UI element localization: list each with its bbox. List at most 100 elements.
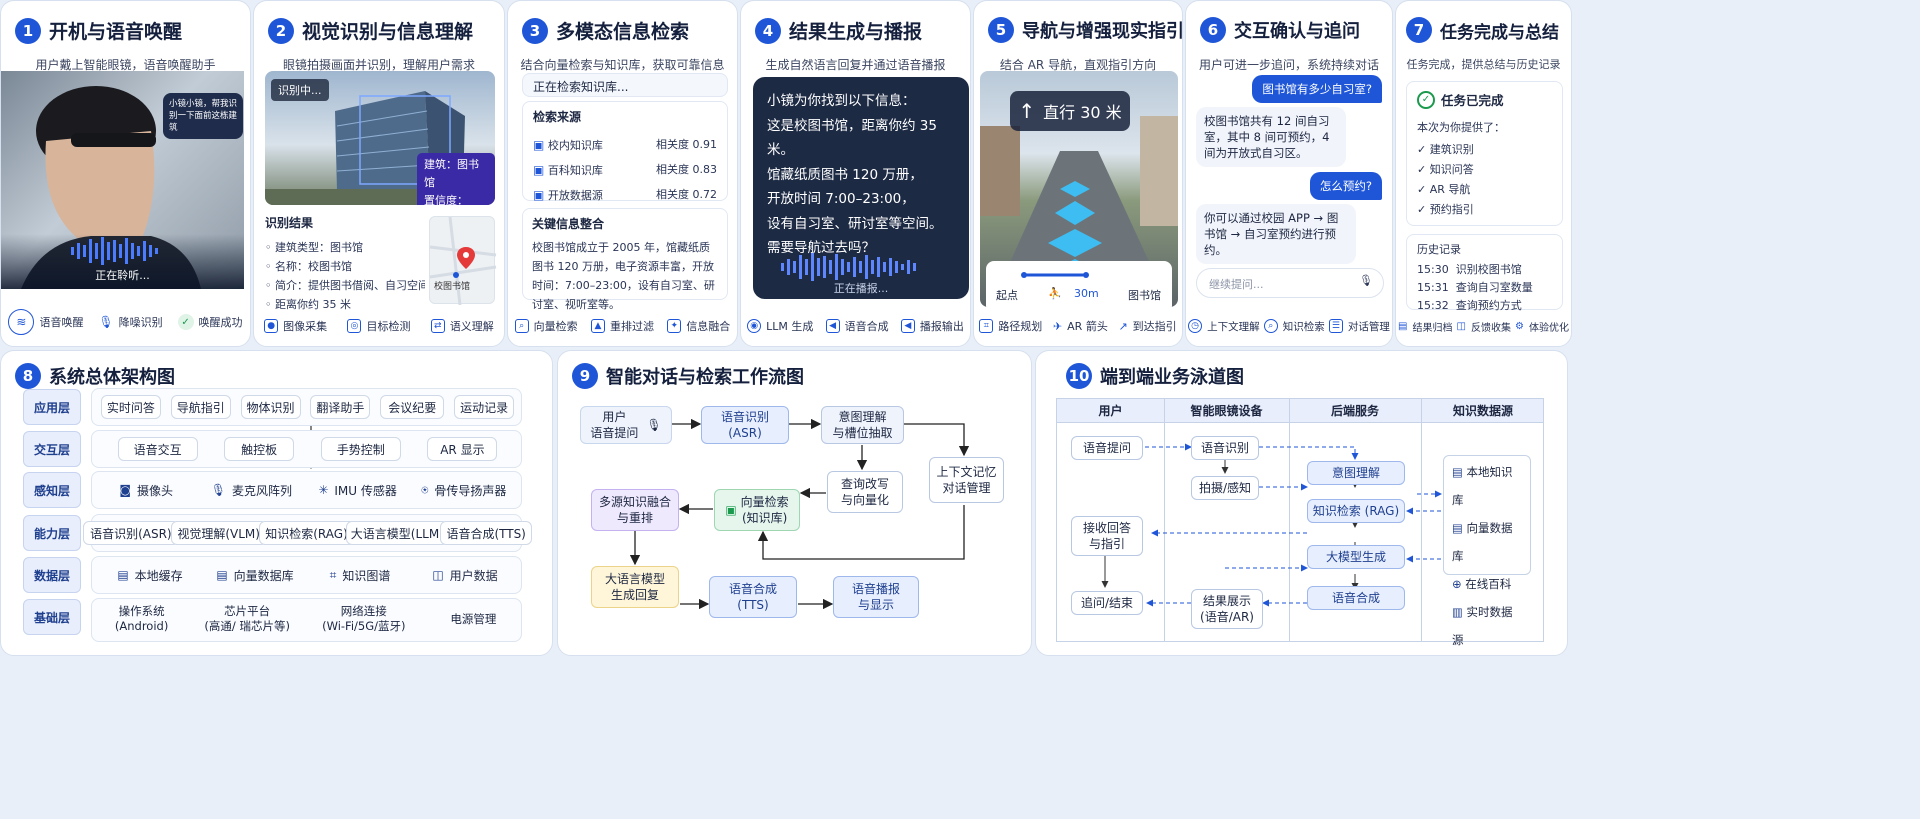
- step-number: 6: [1200, 17, 1226, 43]
- footer-item: ⌕ 知识检索: [1263, 319, 1325, 334]
- source-item: ▣ 百科知识库 相关度 0.83: [533, 163, 717, 177]
- open-data-icon: ▣: [533, 188, 545, 202]
- node-llm: 大语言模型 生成回复: [591, 566, 679, 608]
- footer-item-noise: 🎙 降噪识别: [98, 315, 163, 329]
- layer-item-label: 向量数据库: [233, 568, 294, 583]
- node-tts: 语音合成 (TTS): [709, 576, 797, 618]
- layer-item-label: 用户数据: [449, 568, 498, 583]
- step-number: 2: [268, 17, 294, 44]
- footer-item: ◷ 上下文理解: [1188, 319, 1260, 334]
- source-item: ▣ 开放数据源 相关度 0.72: [533, 188, 717, 202]
- speech-bubble: 小镜为你找到以下信息： 这是校图书馆，距离你约 35 米。 馆藏纸质图书 120 万…: [753, 77, 969, 299]
- layer-item: 大语言模型(LLM): [346, 521, 449, 545]
- swimlane-frame: 用户 智能眼镜设备 后端服务 知识数据源 语音提问 接收回答 与指引 追问/结束…: [1056, 398, 1544, 647]
- direction-text: 直行 30 米: [1043, 103, 1122, 122]
- footer-item: ◀ 播报输出: [900, 318, 964, 334]
- followup-input[interactable]: 继续提问... 🎙: [1196, 268, 1384, 298]
- panel-footer: ◉ LLM 生成 ◀ 语音合成 ◀ 播报输出: [741, 316, 970, 336]
- fusion-icon: ✦: [667, 319, 682, 333]
- panel-retrieval: 3 多模态信息检索 结合向量检索与知识库，获取可靠信息 正在检索知识库... 检索…: [507, 0, 738, 347]
- layer-item-label: 触控板: [241, 442, 278, 457]
- microphone-icon: 🎙: [98, 315, 114, 329]
- layer-item: ✳ IMU 传感器: [312, 478, 404, 502]
- panel-vision: 2 视觉识别与信息理解 眼镜拍摄画面并识别，理解用户需求 识别中... 建筑：图书…: [253, 0, 505, 347]
- panel-summary: 7 任务完成与总结 任务完成，提供总结与历史记录 ✓ 任务已完成 本次为你提供了： …: [1395, 0, 1572, 347]
- scanning-tag: 识别中...: [271, 79, 329, 101]
- assistant-answer: 你可以通过校园 APP → 图书馆 → 自习室预约进行预约。: [1196, 204, 1356, 264]
- layer-item-label: 大语言模型(LLM): [350, 526, 444, 541]
- detection-label: 建筑：图书馆置信度：92%: [417, 153, 495, 205]
- layer-label: 能力层: [23, 515, 81, 551]
- layer-item-label: 实时问答: [106, 400, 155, 415]
- database-icon: ▣: [533, 138, 545, 152]
- panel-title: 结果生成与播报: [789, 21, 923, 43]
- step-number: 10: [1066, 363, 1092, 389]
- panel-title: 多模态信息检索: [556, 21, 690, 43]
- result-item: ◦ 建筑类型：图书馆: [265, 241, 363, 254]
- check-icon: ✓: [1417, 143, 1427, 156]
- panel-footer: ≋ 语音唤醒 🎙 降噪识别 ✓ 唤醒成功: [1, 309, 250, 335]
- feedback-icon: ◫: [1456, 320, 1466, 332]
- panel-footer: ⌕ 向量检索 ▲ 重排过滤 ✦ 信息融合: [508, 316, 737, 336]
- footer-item: ◀ 语音合成: [825, 318, 889, 334]
- layer-label: 感知层: [23, 472, 81, 508]
- node-user-ask: 用户 语音提问 🎙: [580, 406, 672, 444]
- microphone-icon: 🎙: [646, 418, 662, 432]
- microphone-icon[interactable]: 🎙: [1359, 274, 1373, 287]
- swim-recv: 接收回答 与指引: [1071, 516, 1143, 556]
- panel-subtitle: 任务完成，提供总结与历史记录: [1406, 58, 1561, 71]
- input-placeholder: 继续提问...: [1209, 278, 1264, 291]
- camera-icon: ◙: [119, 483, 131, 497]
- context-icon: ◷: [1188, 319, 1203, 333]
- layer-item: ◫ 用户数据: [419, 563, 511, 587]
- layer-item: 手势控制: [320, 437, 401, 461]
- step-number: 7: [1406, 17, 1432, 43]
- history-card: 历史记录 15:30 识别校图书馆 15:31 查询自习室数量 15:32 查询…: [1406, 234, 1563, 312]
- layer-item-label: 导航指引: [176, 400, 225, 415]
- layer-item: 语音交互: [117, 437, 198, 461]
- panel-generation: 4 结果生成与播报 生成自然语言回复并通过语音播报 小镜为你找到以下信息： 这是校图…: [740, 0, 971, 347]
- swim-tts: 语音合成: [1307, 586, 1405, 610]
- provided-item: ✓ 预约指引: [1417, 203, 1474, 216]
- route-destination: 图书馆: [1128, 289, 1161, 302]
- detection-confidence: 置信度：92%: [424, 194, 468, 205]
- filter-icon: ▲: [590, 319, 605, 333]
- footer-item: ⌗ 路径规划: [979, 318, 1042, 334]
- layer-item: 翻译助手: [310, 395, 371, 419]
- layer-item-label: IMU 传感器: [334, 483, 397, 498]
- layer-item-label: 麦克风阵列: [232, 483, 293, 498]
- footer-item: ✦ 信息融合: [667, 318, 730, 334]
- node-context: 上下文记忆 对话管理: [929, 457, 1004, 503]
- check-icon: ✓: [1417, 163, 1427, 176]
- target-icon: ◎: [347, 319, 362, 333]
- footer-item: ☰ 对话管理: [1328, 319, 1390, 334]
- panel-subtitle: 结合向量检索与知识库，获取可靠信息: [520, 58, 725, 72]
- layer-item: 物体识别: [240, 395, 301, 419]
- layer-label: 基础层: [23, 599, 81, 635]
- layer-item-label: 视觉理解(VLM): [177, 526, 260, 541]
- database-icon: ▤: [1452, 521, 1463, 535]
- ar-view: ↑ 直行 30 米 起点 ⛹ 30m 图书馆: [980, 71, 1178, 307]
- result-item: ◦ 名称：校图书馆: [265, 260, 352, 273]
- swim-asr: 语音识别: [1191, 436, 1259, 460]
- swim-follow: 追问/结束: [1071, 591, 1143, 615]
- layer-item: ⍟ 骨传导扬声器: [414, 478, 514, 502]
- panel-title: 端到端业务泳道图: [1100, 367, 1244, 388]
- layer-item: 语音识别(ASR): [82, 521, 179, 545]
- source-vector: ▤ 向量数据库: [1452, 521, 1513, 563]
- semantic-icon: ⇄: [430, 319, 445, 333]
- swim-intent: 意图理解: [1307, 461, 1405, 485]
- route-distance: 30m: [1074, 287, 1099, 300]
- mini-map[interactable]: 校图书馆: [429, 216, 497, 306]
- layer-item: 电源管理: [425, 601, 521, 637]
- panel-footer: ◷ 上下文理解 ⌕ 知识检索 ☰ 对话管理: [1186, 316, 1392, 336]
- footer-item: ⚙ 体验优化: [1514, 320, 1569, 334]
- recognition-result: 识别结果 ◦ 建筑类型：图书馆 ◦ 名称：校图书馆 ◦ 简介：提供图书借阅、自习…: [265, 214, 425, 314]
- layer-item-label: 摄像头: [137, 483, 174, 498]
- map-label: 校图书馆: [434, 282, 471, 292]
- footer-item: ▤ 结果归档: [1398, 320, 1453, 334]
- knowledge-sources: ▤ 本地知识库 ▤ 向量数据库 ⊕ 在线百科 ▥ 实时数据源: [1443, 455, 1531, 647]
- layer-item-label: 语音交互: [133, 442, 182, 457]
- walk-icon: ⛹: [1048, 287, 1062, 300]
- listening-text: 正在聆听...: [95, 269, 150, 282]
